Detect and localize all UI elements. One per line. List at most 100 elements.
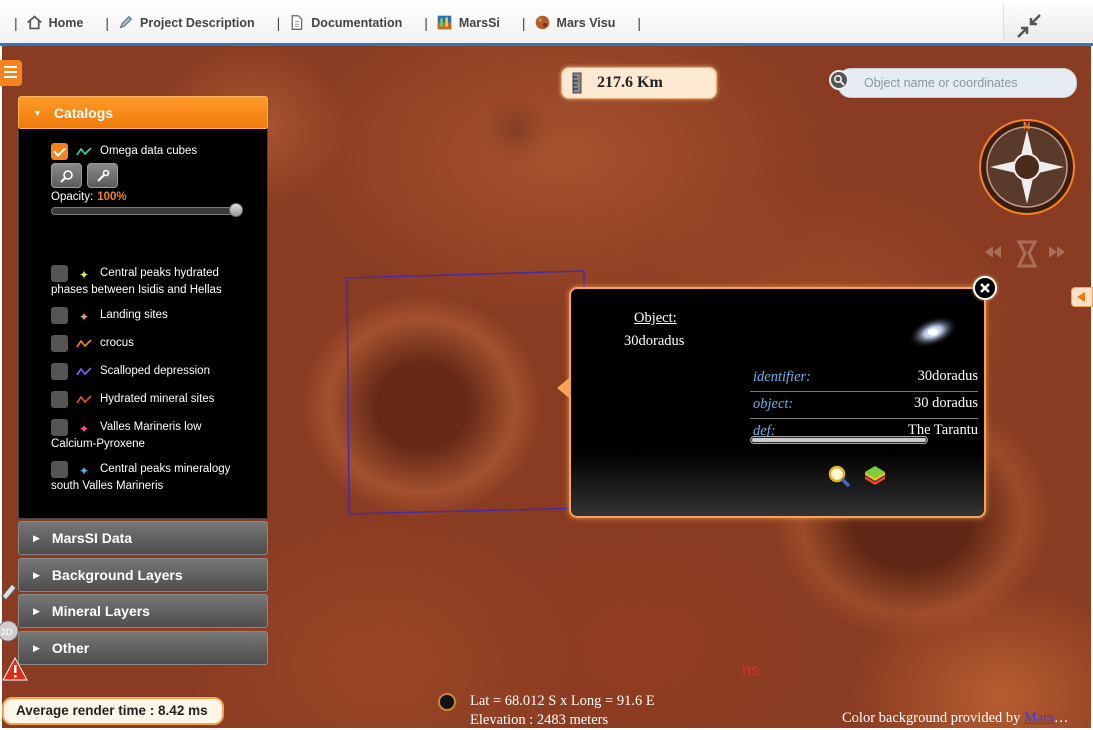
ns-label: ns — [742, 662, 759, 679]
catalog-checkbox[interactable] — [51, 419, 68, 436]
right-panel-toggle[interactable] — [1071, 287, 1093, 307]
object-search-input[interactable] — [837, 68, 1077, 98]
mars-planet-icon — [535, 15, 549, 30]
compass-navigation[interactable]: N — [978, 118, 1076, 216]
nav-marssi-label: MarsSi — [458, 15, 500, 30]
catalog-label: crocus — [100, 337, 134, 349]
magnifier-icon — [60, 170, 73, 183]
collapse-arrows-icon — [1017, 14, 1041, 38]
search-icon — [834, 75, 845, 86]
catalog-checkbox[interactable] — [51, 461, 68, 478]
credit-link[interactable]: Mars — [1024, 710, 1054, 726]
polyline-icon — [76, 366, 92, 375]
nav-documentation-link[interactable]: Documentation — [288, 14, 402, 31]
opacity-label: Opacity: 100% — [51, 191, 127, 203]
catalog-checkbox[interactable] — [51, 391, 68, 408]
zoom-to-object-icon[interactable] — [827, 464, 851, 488]
warning-icon[interactable] — [2, 656, 28, 682]
star-icon: ✦ — [78, 267, 90, 282]
polyline-icon — [76, 338, 92, 347]
search-button[interactable] — [829, 70, 849, 90]
svg-text:2D: 2D — [1, 627, 13, 637]
catalog-label: Valles Marineris low — [100, 421, 202, 433]
coordinates-readout: Lat = 68.012 S x Long = 91.6 E Elevation… — [470, 692, 655, 730]
omega-catalog-item: Omega data cubes — [51, 143, 197, 160]
catalog-item-central-peaks-mineralogy: ✦ Central peaks mineralogy south Valles … — [51, 461, 230, 495]
marssi-data-accordion-header[interactable]: ▶ MarsSI Data — [18, 521, 268, 555]
opacity-value: 100% — [97, 191, 127, 203]
triangle-right-icon: ▶ — [33, 605, 40, 616]
nav-documentation-label: Documentation — [311, 15, 403, 30]
catalog-item-hydrated-mineral-sites: Hydrated mineral sites — [51, 391, 214, 408]
scrollbar-thumb[interactable] — [752, 438, 926, 442]
triangle-right-icon: ▶ — [33, 569, 40, 580]
section-label: Mineral Layers — [51, 603, 150, 619]
credit-ellipsis: … — [1053, 710, 1069, 726]
exit-fullscreen-button[interactable] — [1003, 4, 1093, 42]
info-key: identifier: — [753, 369, 811, 385]
fast-forward-icon[interactable] — [1049, 246, 1065, 258]
popup-pointer — [557, 378, 569, 398]
mineral-layers-accordion-header[interactable]: ▶ Mineral Layers — [18, 594, 268, 628]
other-accordion-header[interactable]: ▶ Other — [18, 631, 268, 665]
rewind-icon[interactable] — [985, 246, 1001, 258]
nav-marssi-link[interactable]: MarsSi — [436, 14, 500, 31]
home-icon — [26, 15, 42, 30]
nav-separator: | — [521, 14, 526, 31]
nav-home-link[interactable]: Home — [26, 14, 83, 31]
opacity-slider-track[interactable] — [51, 207, 237, 215]
popup-close-button[interactable] — [973, 276, 997, 300]
catalog-label-line2: south Valles Marineris — [51, 480, 164, 492]
polyline-icon — [76, 394, 92, 403]
pencil-icon — [119, 15, 133, 29]
galaxy-thumbnail-icon — [908, 316, 958, 348]
info-table-horizontal-scrollbar[interactable] — [750, 436, 928, 444]
star-icon: ✦ — [78, 421, 90, 436]
catalog-label: Central peaks hydrated — [100, 267, 219, 279]
close-icon — [980, 283, 990, 293]
layer-stack-icon[interactable] — [863, 464, 887, 488]
catalog-settings-button[interactable] — [87, 163, 118, 188]
catalog-item-crocus: crocus — [51, 335, 134, 352]
ruler-icon — [572, 72, 582, 94]
opacity-slider-handle[interactable] — [229, 203, 243, 217]
catalog-item-landing-sites: ✦ Landing sites — [51, 307, 168, 324]
catalog-label-line2: Calcium-Pyroxene — [51, 438, 145, 450]
catalogs-accordion-header[interactable]: ▼ Catalogs — [18, 96, 268, 129]
object-info-table: identifier: 30doradus object: 30 doradus… — [750, 365, 978, 446]
nav-separator: | — [276, 14, 281, 31]
hamburger-line — [4, 71, 17, 73]
section-label: Other — [51, 640, 90, 656]
menu-toggle-button[interactable] — [0, 60, 22, 86]
hourglass-icon[interactable] — [1016, 240, 1038, 268]
catalog-checkbox[interactable] — [51, 363, 68, 380]
catalog-checkbox[interactable] — [51, 265, 68, 282]
catalog-label: Landing sites — [100, 309, 168, 321]
edit-tool-icon[interactable] — [0, 580, 18, 602]
popup-object-name: 30doradus — [624, 333, 685, 349]
zoom-to-catalog-button[interactable] — [51, 163, 82, 188]
catalog-label-line2: phases between Isidis and Hellas — [51, 284, 222, 296]
popup-title: Object: — [634, 310, 677, 326]
nav-items: | Home | Project Description | Documenta… — [10, 14, 649, 31]
opacity-label-text: Opacity: — [51, 191, 94, 203]
section-label: Background Layers — [51, 567, 183, 583]
nav-project-description-link[interactable]: Project Description — [117, 14, 255, 31]
lat-long-text: Lat = 68.012 S x Long = 91.6 E — [470, 693, 655, 709]
credit-text: Color background provided by — [842, 710, 1025, 726]
info-row-identifier: identifier: 30doradus — [750, 365, 978, 392]
nav-mars-visu-link[interactable]: Mars Visu — [534, 14, 615, 31]
catalogs-panel: Omega data cubes Opacity: 100% ✦ Central … — [18, 129, 268, 519]
catalog-label: Scalloped depression — [100, 365, 210, 377]
2d-toggle-icon[interactable]: 2D — [0, 618, 20, 644]
background-layers-accordion-header[interactable]: ▶ Background Layers — [18, 558, 268, 592]
catalog-checkbox[interactable] — [51, 335, 68, 352]
marssi-logo-icon — [437, 15, 452, 30]
omega-catalog-label: Omega data cubes — [100, 145, 198, 157]
hamburger-line — [4, 66, 17, 68]
omega-checkbox[interactable] — [51, 143, 68, 160]
polyline-icon — [76, 146, 92, 155]
catalog-checkbox[interactable] — [51, 307, 68, 324]
triangle-down-icon: ▼ — [33, 107, 42, 118]
catalog-item-scalloped-depression: Scalloped depression — [51, 363, 210, 380]
